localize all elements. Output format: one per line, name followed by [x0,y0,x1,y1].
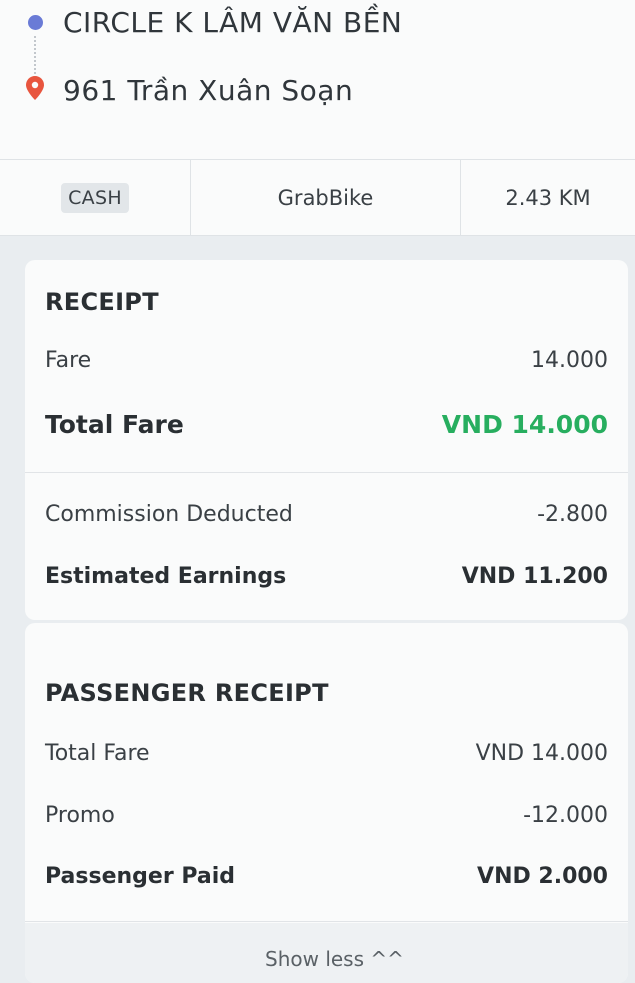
show-less-button[interactable]: Show less ^^ [25,923,628,983]
route-section: CIRCLE K LÂM VĂN BỀN 961 Trần Xuân Soạn [0,0,635,160]
passenger-total-label: Total Fare [45,741,150,766]
service-type: GrabBike [191,160,461,235]
earnings-label: Estimated Earnings [45,564,287,589]
passenger-divider [25,921,628,922]
earnings-value: VND 11.200 [461,564,608,589]
receipt-divider [25,472,628,473]
total-fare-label: Total Fare [45,410,184,439]
pickup-dot-icon [26,15,44,30]
payment-method-badge: CASH [61,182,129,213]
passenger-receipt-title: PASSENGER RECEIPT [45,679,329,707]
total-fare-row: Total Fare VND 14.000 [45,410,608,439]
payment-method-cell: CASH [0,160,191,235]
promo-label: Promo [45,803,115,828]
earnings-row: Estimated Earnings VND 11.200 [45,564,608,589]
dropoff-address: 961 Trần Xuân Soạn [63,73,354,107]
fare-row: Fare 14.000 [45,348,608,373]
receipt-title: RECEIPT [45,288,159,316]
promo-value: -12.000 [523,803,608,828]
show-less-label: Show less ^^ [265,947,404,971]
commission-label: Commission Deducted [45,502,293,527]
passenger-paid-row: Passenger Paid VND 2.000 [45,864,608,889]
location-pin-icon [26,76,44,100]
route-connector [34,36,36,74]
passenger-total-row: Total Fare VND 14.000 [45,741,608,766]
receipt-card: RECEIPT Fare 14.000 Total Fare VND 14.00… [25,260,628,620]
fare-label: Fare [45,348,92,373]
pickup-address: CIRCLE K LÂM VĂN BỀN [63,5,403,39]
commission-row: Commission Deducted -2.800 [45,502,608,527]
passenger-receipt-card: PASSENGER RECEIPT Total Fare VND 14.000 … [25,623,628,983]
pickup-row: CIRCLE K LÂM VĂN BỀN [0,4,635,40]
trip-distance: 2.43 KM [505,185,591,210]
promo-row: Promo -12.000 [45,803,608,828]
passenger-total-value: VND 14.000 [475,741,608,766]
fare-value: 14.000 [531,348,608,373]
passenger-paid-label: Passenger Paid [45,864,235,889]
trip-info-bar: CASH GrabBike 2.43 KM [0,160,635,236]
commission-value: -2.800 [537,502,608,527]
total-fare-value: VND 14.000 [441,410,608,439]
dropoff-row: 961 Trần Xuân Soạn [0,70,635,110]
passenger-paid-value: VND 2.000 [477,864,608,889]
